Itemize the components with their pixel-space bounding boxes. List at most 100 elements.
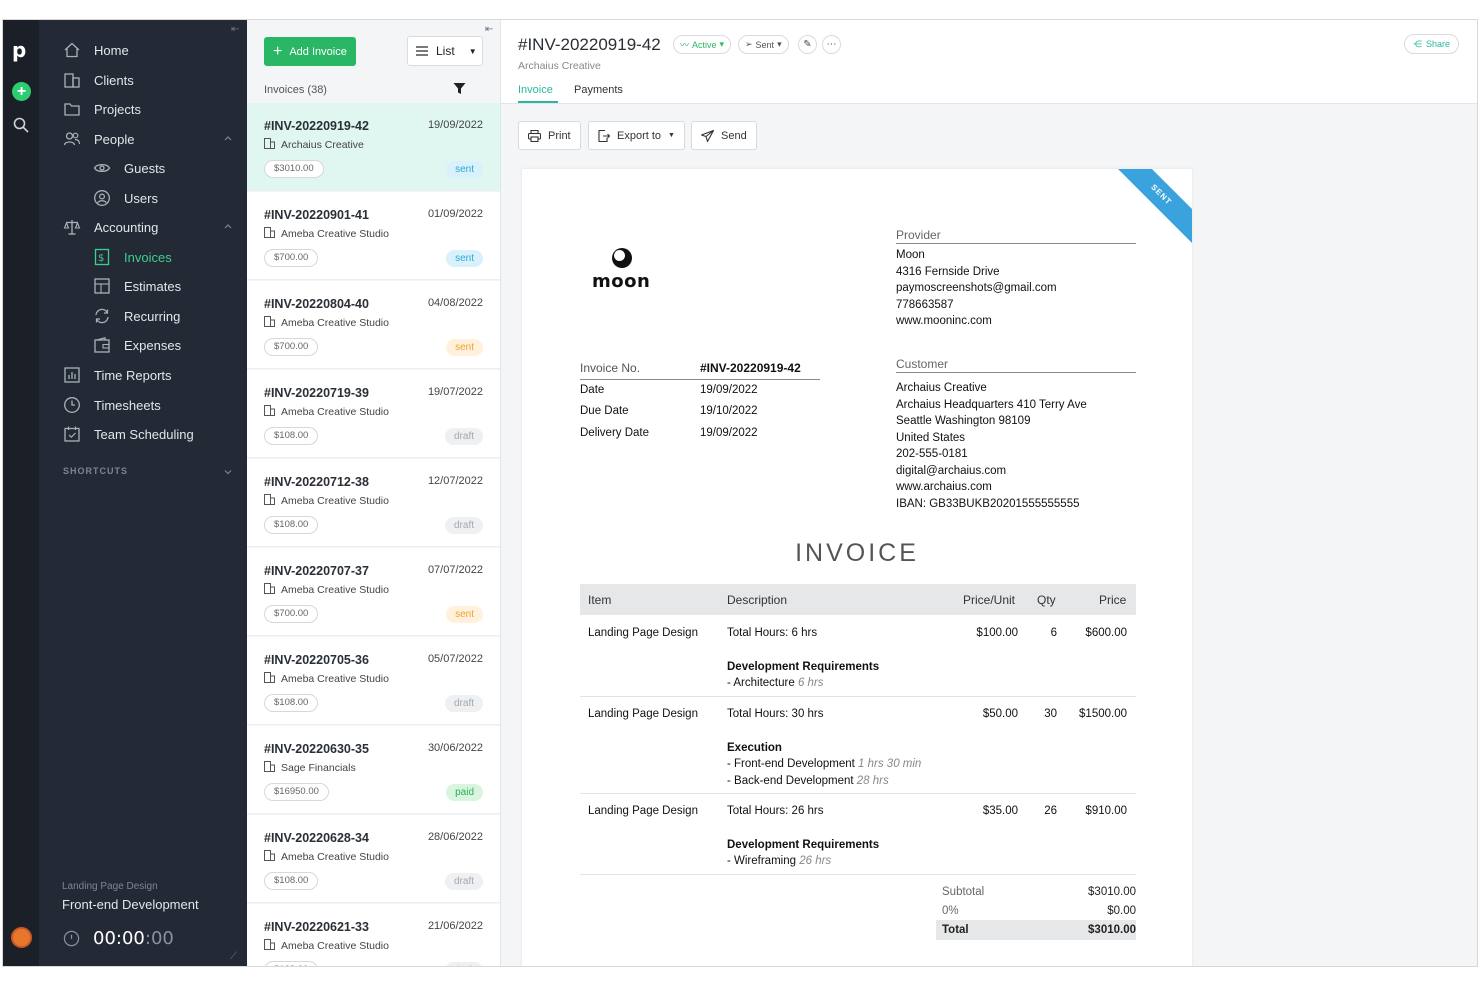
invoice-date: 07/07/2022 [427, 564, 483, 576]
address-line: www.archaius.com [896, 481, 992, 493]
estimate-icon [94, 278, 110, 294]
send-button[interactable]: Send [691, 121, 757, 150]
detail-header: #INV-20220919-42 〰 Active ▾ ➢ Sent ▾ ✎ ⋯ Arc… [501, 20, 1477, 104]
invoice-card[interactable]: #INV-20220630-35 30/06/2022 Sage Financial… [247, 726, 500, 814]
export-button[interactable]: Export to ▼ [588, 121, 685, 150]
sidebar-item-guests[interactable]: Guests [39, 154, 247, 182]
sidebar-item-estimates[interactable]: Estimates [39, 272, 247, 300]
filter-icon[interactable] [453, 82, 466, 95]
print-button[interactable]: Print [518, 121, 581, 150]
invoice-card[interactable]: #INV-20220712-38 12/07/2022 Ameba Creative… [247, 459, 500, 547]
sidebar-item-accounting[interactable]: Accounting [39, 213, 247, 241]
address-line: 202-555-0181 [896, 448, 968, 460]
sent-status-label: Sent [755, 39, 775, 50]
tab-invoice[interactable]: Invoice [518, 84, 553, 96]
building-icon [264, 316, 275, 327]
invoice-card[interactable]: #INV-20220621-33 21/06/2022 Ameba Creative… [247, 904, 500, 966]
sidebar-item-invoices[interactable]: $ Invoices [39, 243, 247, 271]
view-select[interactable]: List ▼ [407, 36, 483, 66]
invoice-card[interactable]: #INV-20220919-42 19/09/2022 Archaius Creat… [247, 103, 500, 191]
shortcuts-heading[interactable]: SHORTCUTS [63, 466, 128, 476]
sidebar-item-recurring[interactable]: Recurring [39, 302, 247, 330]
paper-plane-icon [701, 129, 714, 142]
chevron-up-icon[interactable] [223, 221, 233, 231]
col-item: Item [588, 593, 612, 607]
sidebar-item-time-reports[interactable]: Time Reports [39, 361, 247, 389]
pin-icon[interactable]: ⟋ [230, 951, 237, 962]
status-badge: sent [446, 606, 483, 623]
invoice-amount: $108.00 [264, 961, 319, 966]
task-time: 1 hrs 30 min [858, 758, 922, 770]
status-badge: sent [446, 339, 483, 356]
collapse-list-icon[interactable]: ⇤ [485, 24, 493, 35]
sidebar-item-projects[interactable]: Projects [39, 95, 247, 123]
row-item: Landing Page Design [588, 627, 698, 639]
row-item: Landing Page Design [588, 708, 698, 720]
sidebar-item-clients[interactable]: Clients [39, 66, 247, 94]
search-icon[interactable] [13, 117, 29, 133]
task-name: - Architecture [727, 677, 795, 689]
row-group: Development Requirements [727, 839, 880, 851]
edit-icon: ✎ [803, 39, 812, 50]
invoice-date: 12/07/2022 [427, 475, 483, 487]
col-qty: Qty [1037, 593, 1056, 607]
quick-add-button[interactable]: + [12, 82, 31, 101]
share-label: Share [1425, 39, 1450, 49]
active-status-dropdown[interactable]: 〰 Active ▾ [673, 35, 732, 54]
sidebar-item-home[interactable]: Home [39, 36, 247, 64]
address-line: Moon [896, 249, 925, 261]
chevron-up-icon[interactable] [223, 133, 233, 143]
row-hours: Total Hours: 26 hrs [727, 805, 824, 817]
sidebar-item-users[interactable]: Users [39, 184, 247, 212]
tax-label: 0% [942, 905, 959, 917]
task-time: 28 hrs [856, 775, 889, 787]
timer-display[interactable]: 00:00:00 [93, 928, 174, 949]
edit-button[interactable]: ✎ [798, 35, 817, 54]
invoice-client: Ameba Creative Studio [281, 228, 389, 240]
add-invoice-label: Add Invoice [289, 45, 347, 58]
svg-text:$: $ [98, 253, 104, 264]
sidebar-item-timesheets[interactable]: Timesheets [39, 391, 247, 419]
sidebar-item-expenses[interactable]: Expenses [39, 331, 247, 359]
invoice-date: 28/06/2022 [427, 831, 483, 843]
provider-address: Moon 4316 Fernside Drive paymoscreenshots@… [896, 247, 1057, 330]
collapse-sidebar-icon[interactable]: ⇤ [231, 24, 239, 35]
sent-status-dropdown[interactable]: ➢ Sent ▾ [738, 35, 789, 54]
invoice-amount: $108.00 [264, 872, 319, 890]
col-description: Description [727, 593, 788, 607]
task-name: - Wireframing [727, 855, 797, 867]
calendar-icon [64, 426, 80, 442]
invoice-card[interactable]: #INV-20220901-41 01/09/2022 Ameba Creative… [247, 192, 500, 280]
invoice-list-panel: ⇤ + Add Invoice List ▼ Invoices (38) #INV… [247, 20, 501, 966]
sidebar-item-people[interactable]: People [39, 125, 247, 153]
invoice-card[interactable]: #INV-20220705-36 05/07/2022 Ameba Creative… [247, 637, 500, 725]
row-item: Landing Page Design [588, 805, 698, 817]
invoice-number: #INV-20220901-41 [264, 208, 369, 222]
status-badge: draft [444, 428, 483, 445]
customer-address: Archaius Creative Archaius Headquarters 4… [896, 380, 1087, 512]
invoice-card[interactable]: #INV-20220707-37 07/07/2022 Ameba Creative… [247, 548, 500, 636]
meta-label: Due Date [580, 405, 629, 417]
more-button[interactable]: ⋯ [822, 35, 841, 54]
avatar[interactable] [11, 927, 32, 948]
invoice-number: #INV-20220707-37 [264, 564, 369, 578]
row-qty: 30 [1044, 708, 1057, 720]
invoice-card[interactable]: #INV-20220719-39 19/07/2022 Ameba Creative… [247, 370, 500, 458]
timer-hours-minutes: 00:00 [93, 928, 145, 949]
tab-payments[interactable]: Payments [574, 84, 623, 96]
meta-label: Delivery Date [580, 427, 650, 439]
chevron-down-icon[interactable] [223, 467, 233, 477]
add-invoice-button[interactable]: + Add Invoice [264, 37, 356, 66]
sidebar-item-team-scheduling[interactable]: Team Scheduling [39, 420, 247, 448]
folder-icon [64, 103, 80, 116]
more-icon: ⋯ [826, 39, 837, 50]
row-task: - Front-end Development 1 hrs 30 min [727, 758, 921, 770]
invoice-client: Ameba Creative Studio [281, 495, 389, 507]
paymo-logo-icon[interactable]: p [12, 40, 30, 60]
building-icon [264, 583, 275, 594]
invoice-number: #INV-20220628-34 [264, 831, 369, 845]
invoice-card[interactable]: #INV-20220804-40 04/08/2022 Ameba Creative… [247, 281, 500, 369]
share-button[interactable]: ⋲ Share [1403, 34, 1459, 54]
timer-clock-icon[interactable] [63, 930, 80, 947]
invoice-card[interactable]: #INV-20220628-34 28/06/2022 Ameba Creative… [247, 815, 500, 903]
